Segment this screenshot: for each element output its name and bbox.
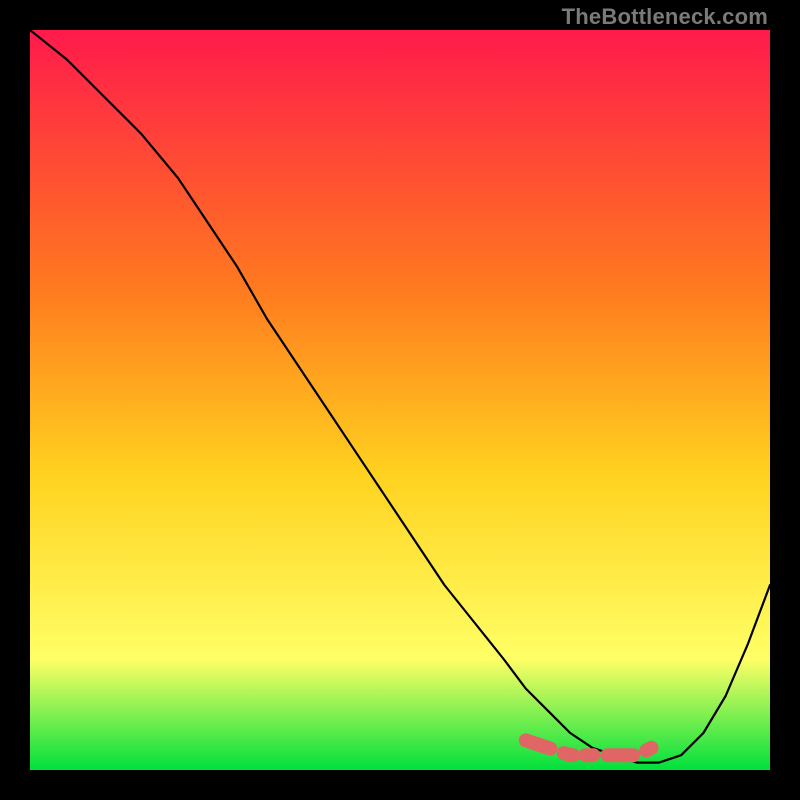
highlight-dot: [646, 742, 658, 754]
gradient-background: [30, 30, 770, 770]
bottleneck-chart: [30, 30, 770, 770]
watermark-text: TheBottleneck.com: [562, 4, 768, 30]
chart-frame: [30, 30, 770, 770]
